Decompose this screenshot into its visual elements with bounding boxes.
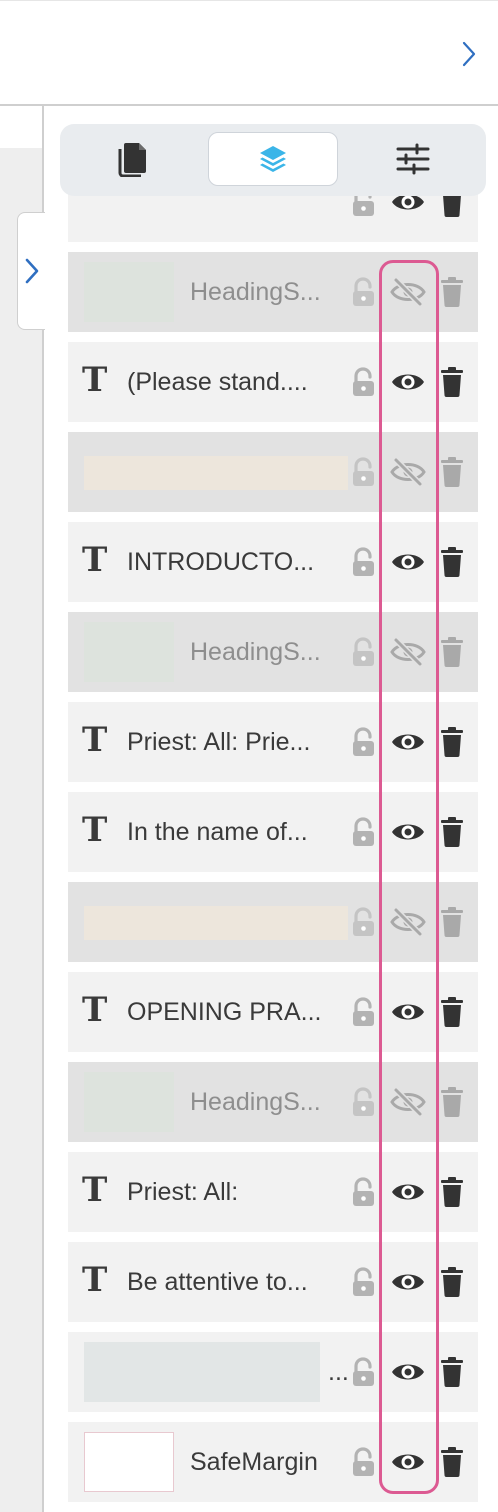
tab-pages[interactable] (68, 132, 198, 186)
eye-slash-icon[interactable] (390, 456, 426, 488)
collapse-topbar-button[interactable] (458, 39, 480, 69)
eye-slash-icon[interactable] (390, 636, 426, 668)
lock-icon[interactable] (348, 1356, 380, 1388)
lock-icon[interactable] (348, 366, 380, 398)
lock-icon[interactable] (348, 456, 380, 488)
chevron-right-icon (25, 258, 38, 284)
eye-icon[interactable] (390, 1176, 424, 1208)
trash-icon[interactable] (438, 276, 470, 308)
text-layer-icon: T (82, 360, 108, 400)
layer-row[interactable] (68, 882, 478, 962)
layer-thumbnail (84, 1342, 320, 1402)
layer-row[interactable]: T OPENING PRA... (68, 972, 478, 1052)
eye-icon[interactable] (390, 726, 424, 758)
chevron-right-icon (462, 41, 476, 67)
trash-icon[interactable] (438, 1356, 470, 1388)
layer-label: Priest: All: (127, 1178, 239, 1206)
layer-thumbnail (84, 622, 174, 682)
layer-label: Priest: All: Prie... (127, 728, 311, 756)
layer-label: Be attentive to... (127, 1268, 308, 1296)
layer-label: In the name of... (127, 818, 308, 846)
layer-thumbnail (84, 262, 174, 322)
canvas-background (0, 148, 43, 1512)
text-layer-icon: T (82, 990, 108, 1030)
trash-icon[interactable] (438, 636, 470, 668)
layer-thumbnail (84, 1072, 174, 1132)
trash-icon[interactable] (438, 1266, 470, 1298)
tab-settings[interactable] (348, 132, 478, 186)
layer-row[interactable]: T In the name of... (68, 792, 478, 872)
tab-layers[interactable] (208, 132, 338, 186)
layers-panel: HeadingS... T (Please stand.... T INTRODUCTO… (44, 106, 498, 1512)
lock-icon[interactable] (348, 726, 380, 758)
layer-label: (Please stand.... (127, 368, 308, 396)
lock-icon[interactable] (348, 996, 380, 1028)
trash-icon[interactable] (438, 1086, 470, 1118)
sliders-icon (396, 143, 430, 175)
layer-row[interactable]: T Be attentive to... (68, 1242, 478, 1322)
layer-label: ... (328, 1358, 349, 1386)
trash-icon[interactable] (438, 816, 470, 848)
lock-icon[interactable] (348, 1086, 380, 1118)
text-layer-icon: T (82, 1170, 108, 1210)
layers-list: HeadingS... T (Please stand.... T INTRODUCTO… (44, 106, 498, 1512)
text-layer-icon: T (82, 810, 108, 850)
layer-thumbnail (84, 1432, 174, 1492)
layer-row[interactable]: HeadingS... (68, 612, 478, 692)
lock-icon[interactable] (348, 1176, 380, 1208)
lock-icon[interactable] (348, 636, 380, 668)
top-bar (0, 0, 498, 106)
text-layer-icon: T (82, 720, 108, 760)
trash-icon[interactable] (438, 996, 470, 1028)
layer-label: SafeMargin (190, 1448, 318, 1476)
trash-icon[interactable] (438, 1176, 470, 1208)
layer-thumbnail (84, 906, 348, 940)
layer-row[interactable] (68, 432, 478, 512)
pages-icon (118, 143, 146, 177)
layers-icon (260, 146, 286, 172)
layer-label: HeadingS... (190, 638, 321, 666)
layer-label: INTRODUCTO... (127, 548, 315, 576)
trash-icon[interactable] (438, 546, 470, 578)
lock-icon[interactable] (348, 276, 380, 308)
layer-label: HeadingS... (190, 1088, 321, 1116)
eye-icon[interactable] (390, 996, 424, 1028)
layer-label: OPENING PRA... (127, 998, 322, 1026)
layer-row[interactable]: SafeMargin (68, 1422, 478, 1502)
eye-slash-icon[interactable] (390, 276, 426, 308)
panel-toggle-button[interactable] (17, 212, 45, 330)
text-layer-icon: T (82, 540, 108, 580)
trash-icon[interactable] (438, 906, 470, 938)
lock-icon[interactable] (348, 1266, 380, 1298)
layer-row[interactable]: HeadingS... (68, 252, 478, 332)
eye-icon[interactable] (390, 366, 424, 398)
layer-row[interactable]: T Priest: All: (68, 1152, 478, 1232)
layer-row[interactable]: ... (68, 1332, 478, 1412)
layer-row[interactable]: T INTRODUCTO... (68, 522, 478, 602)
eye-slash-icon[interactable] (390, 1086, 426, 1118)
lock-icon[interactable] (348, 1446, 380, 1478)
lock-icon[interactable] (348, 906, 380, 938)
eye-icon[interactable] (390, 1266, 424, 1298)
trash-icon[interactable] (438, 726, 470, 758)
text-layer-icon: T (82, 1260, 108, 1300)
layer-row[interactable]: HeadingS... (68, 1062, 478, 1142)
eye-icon[interactable] (390, 1356, 424, 1388)
eye-slash-icon[interactable] (390, 906, 426, 938)
panel-tab-bar (60, 124, 486, 196)
layer-row[interactable]: T (Please stand.... (68, 342, 478, 422)
eye-icon[interactable] (390, 1446, 424, 1478)
lock-icon[interactable] (348, 546, 380, 578)
lock-icon[interactable] (348, 816, 380, 848)
trash-icon[interactable] (438, 456, 470, 488)
trash-icon[interactable] (438, 1446, 470, 1478)
layer-row[interactable]: T Priest: All: Prie... (68, 702, 478, 782)
eye-icon[interactable] (390, 546, 424, 578)
layer-label: HeadingS... (190, 278, 321, 306)
trash-icon[interactable] (438, 366, 470, 398)
layer-thumbnail (84, 456, 348, 490)
eye-icon[interactable] (390, 816, 424, 848)
